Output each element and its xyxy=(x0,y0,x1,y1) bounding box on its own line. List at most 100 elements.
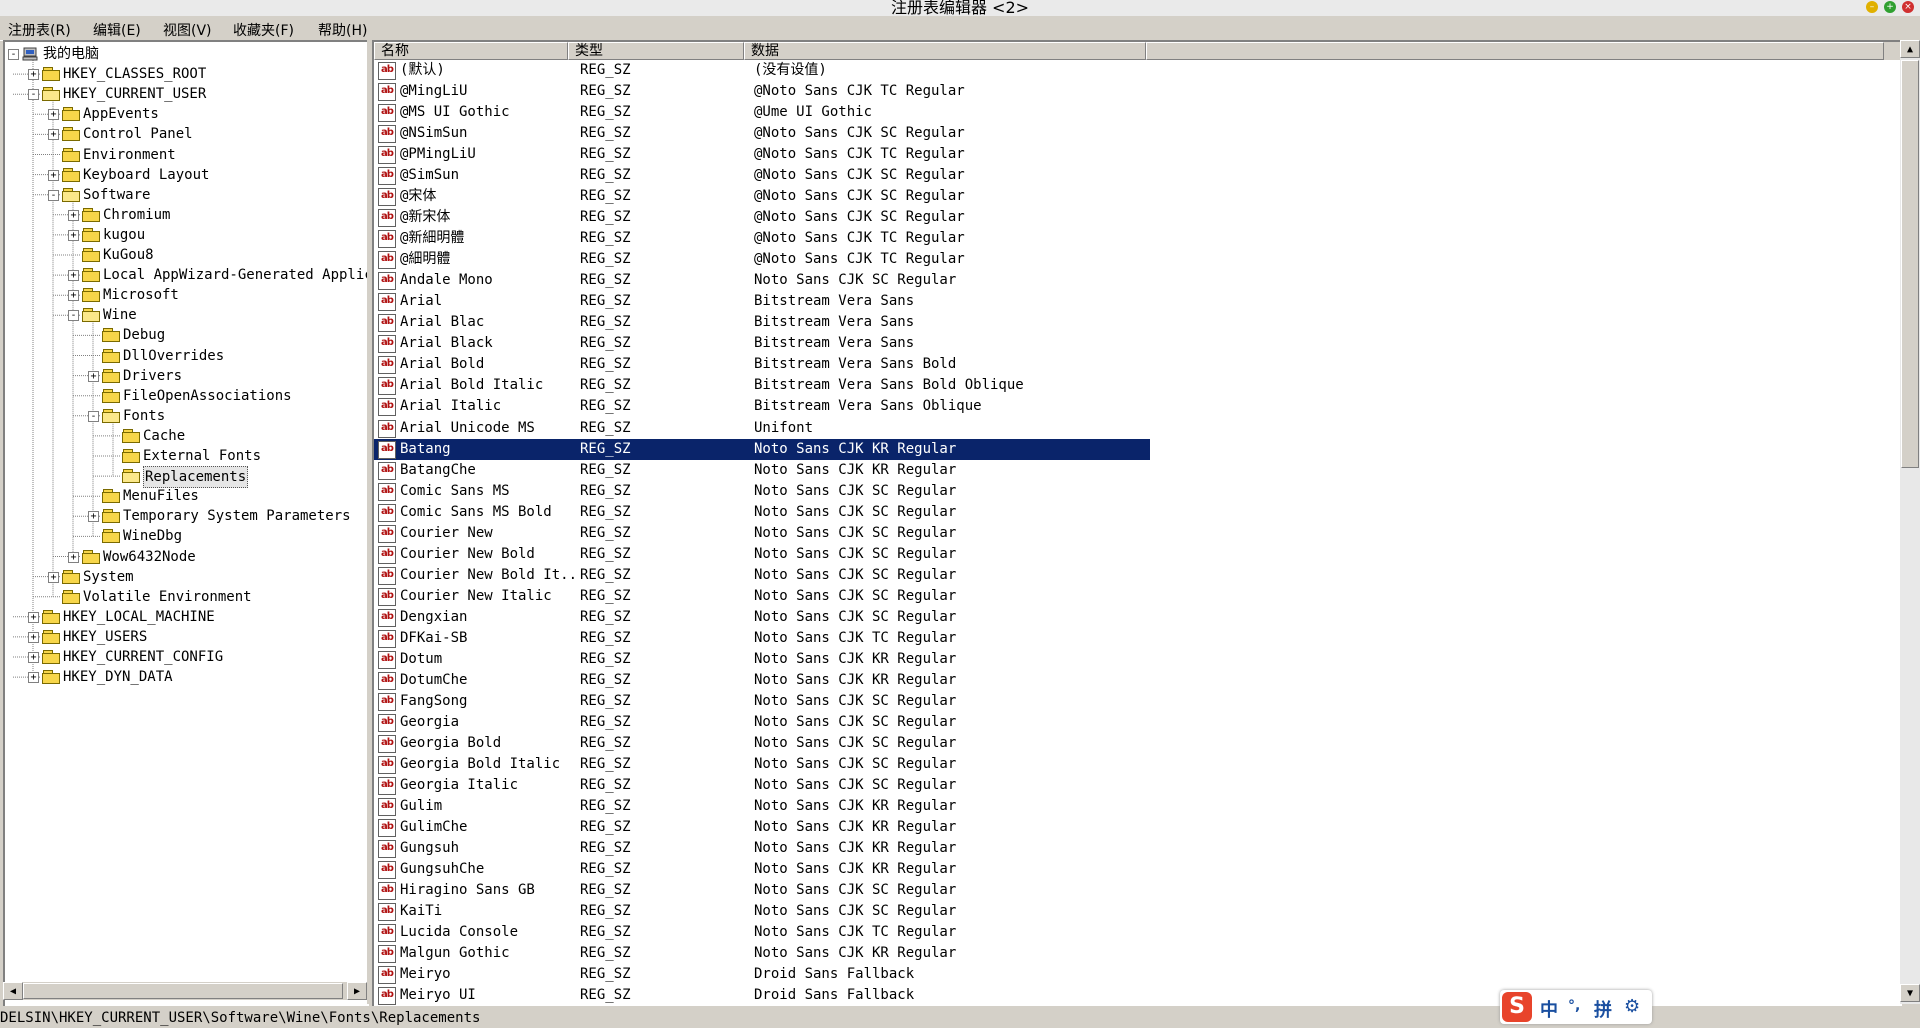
tree-horizontal-scrollbar[interactable]: ◀ ▶ xyxy=(3,982,367,1000)
value-row[interactable]: ab Georgia Italic REG_SZ Noto Sans CJK SC R… xyxy=(374,775,1150,796)
value-row[interactable]: ab Meiryo UI REG_SZ Droid Sans Fallback xyxy=(374,985,1150,1006)
collapse-icon[interactable]: - xyxy=(28,89,39,101)
collapse-icon[interactable]: - xyxy=(68,310,79,322)
value-row[interactable]: ab Meiryo REG_SZ Droid Sans Fallback xyxy=(374,964,1150,985)
column-type[interactable]: 类型 xyxy=(568,42,744,60)
value-row[interactable]: ab Arial REG_SZ Bitstream Vera Sans xyxy=(374,291,1150,312)
expand-icon[interactable]: + xyxy=(48,169,59,181)
menu-favorites[interactable]: 收藏夹(F) xyxy=(233,20,294,40)
tree-node-label[interactable]: Chromium xyxy=(103,205,170,225)
value-row[interactable]: ab (默认) REG_SZ (没有设值) xyxy=(374,60,1150,81)
value-row[interactable]: ab Arial Blac REG_SZ Bitstream Vera Sans xyxy=(374,312,1150,333)
tree-node-label[interactable]: AppEvents xyxy=(83,104,159,124)
expand-icon[interactable]: + xyxy=(28,672,39,684)
tree-node-label[interactable]: System xyxy=(83,567,134,587)
tree-node-label[interactable]: Keyboard Layout xyxy=(83,165,209,185)
tree-node-label[interactable]: Replacements xyxy=(143,466,249,489)
value-row[interactable]: ab Batang REG_SZ Noto Sans CJK KR Regular xyxy=(374,438,1150,460)
value-row[interactable]: ab GungsuhChe REG_SZ Noto Sans CJK KR Regul… xyxy=(374,859,1150,880)
value-row[interactable]: ab Lucida Console REG_SZ Noto Sans CJK TC R… xyxy=(374,922,1150,943)
value-row[interactable]: ab Hiragino Sans GB REG_SZ Noto Sans CJK SC… xyxy=(374,880,1150,901)
value-row[interactable]: ab @新細明體 REG_SZ @Noto Sans CJK TC Regular xyxy=(374,228,1150,249)
scroll-up-icon[interactable]: ▲ xyxy=(1900,40,1920,58)
tree-node-label[interactable]: kugou xyxy=(103,225,145,245)
menu-edit[interactable]: 编辑(E) xyxy=(93,20,141,40)
ime-pinyin[interactable]: 拼 xyxy=(1594,996,1612,1022)
collapse-icon[interactable]: - xyxy=(88,410,99,422)
menu-view[interactable]: 视图(V) xyxy=(163,20,212,40)
menu-help[interactable]: 帮助(H) xyxy=(318,20,367,40)
value-row[interactable]: ab @NSimSun REG_SZ @Noto Sans CJK SC Regula… xyxy=(374,123,1150,144)
tree-node-label[interactable]: Environment xyxy=(83,145,176,165)
collapse-icon[interactable]: - xyxy=(8,49,19,60)
tree-node-label[interactable]: Control Panel xyxy=(83,124,193,144)
tree-node-label[interactable]: HKEY_CLASSES_ROOT xyxy=(63,64,206,84)
values-list[interactable]: 名称 类型 数据 ab (默认) REG_SZ (没有设值) ab @MingLiU REG… xyxy=(372,40,1902,1006)
value-row[interactable]: ab Dotum REG_SZ Noto Sans CJK KR Regular xyxy=(374,649,1150,670)
tree-node-label[interactable]: Volatile Environment xyxy=(83,587,252,607)
expand-icon[interactable]: + xyxy=(68,551,79,563)
scroll-right-icon[interactable]: ▶ xyxy=(347,982,367,1000)
tree-node-label[interactable]: FileOpenAssociations xyxy=(123,386,292,406)
menu-registry[interactable]: 注册表(R) xyxy=(8,20,71,40)
value-row[interactable]: ab Arial Italic REG_SZ Bitstream Vera Sans … xyxy=(374,396,1150,417)
value-row[interactable]: ab Georgia Bold REG_SZ Noto Sans CJK SC Reg… xyxy=(374,733,1150,754)
value-row[interactable]: ab Comic Sans MS REG_SZ Noto Sans CJK SC Re… xyxy=(374,481,1150,502)
tree-node-label[interactable]: Local AppWizard-Generated Applica xyxy=(103,265,369,285)
column-name[interactable]: 名称 xyxy=(374,42,568,60)
value-row[interactable]: ab Gulim REG_SZ Noto Sans CJK KR Regular xyxy=(374,796,1150,817)
value-row[interactable]: ab Georgia Bold Italic REG_SZ Noto Sans CJK… xyxy=(374,754,1150,775)
value-row[interactable]: ab @PMingLiU REG_SZ @Noto Sans CJK TC Regul… xyxy=(374,144,1150,165)
expand-icon[interactable]: + xyxy=(28,611,39,623)
key-tree[interactable]: - 我的电脑 + HKEY_CLASSES_ROOT - HKEY_CURRENT_USE… xyxy=(3,40,369,1006)
value-row[interactable]: ab Georgia REG_SZ Noto Sans CJK SC Regular xyxy=(374,712,1150,733)
value-row[interactable]: ab @宋体 REG_SZ @Noto Sans CJK SC Regular xyxy=(374,186,1150,207)
value-row[interactable]: ab Arial Bold Italic REG_SZ Bitstream Vera … xyxy=(374,375,1150,396)
expand-icon[interactable]: + xyxy=(48,129,59,141)
scroll-left-icon[interactable]: ◀ xyxy=(3,982,23,1000)
value-row[interactable]: ab @MingLiU REG_SZ @Noto Sans CJK TC Regula… xyxy=(374,81,1150,102)
close-icon[interactable]: × xyxy=(1902,1,1914,13)
tree-node-label[interactable]: Fonts xyxy=(123,406,165,426)
ime-mode[interactable]: 中 xyxy=(1540,996,1558,1022)
tree-node-label[interactable]: 我的电脑 xyxy=(43,44,99,64)
value-row[interactable]: ab DFKai-SB REG_SZ Noto Sans CJK TC Regular xyxy=(374,628,1150,649)
ime-toolbar[interactable]: S 中 °, 拼 ⚙ xyxy=(1500,990,1652,1024)
value-row[interactable]: ab Arial Bold REG_SZ Bitstream Vera Sans Bo… xyxy=(374,354,1150,375)
maximize-icon[interactable]: + xyxy=(1884,1,1896,13)
value-row[interactable]: ab Comic Sans MS Bold REG_SZ Noto Sans CJK … xyxy=(374,502,1150,523)
value-row[interactable]: ab Courier New Bold It... REG_SZ Noto Sans … xyxy=(374,565,1150,586)
value-row[interactable]: ab @新宋体 REG_SZ @Noto Sans CJK SC Regular xyxy=(374,207,1150,228)
expand-icon[interactable]: + xyxy=(68,209,79,221)
expand-icon[interactable]: + xyxy=(68,290,79,302)
gear-icon[interactable]: ⚙ xyxy=(1624,996,1640,1017)
expand-icon[interactable]: + xyxy=(88,370,99,382)
value-row[interactable]: ab Arial Black REG_SZ Bitstream Vera Sans xyxy=(374,333,1150,354)
column-data[interactable]: 数据 xyxy=(744,42,1146,60)
tree-node-label[interactable]: Debug xyxy=(123,325,165,345)
tree-node-label[interactable]: HKEY_USERS xyxy=(63,627,147,647)
ime-punct[interactable]: °, xyxy=(1568,998,1580,1014)
tree-node-label[interactable]: Temporary System Parameters xyxy=(123,506,351,526)
scroll-down-icon[interactable]: ▼ xyxy=(1900,984,1920,1002)
value-row[interactable]: ab DotumChe REG_SZ Noto Sans CJK KR Regular xyxy=(374,670,1150,691)
expand-icon[interactable]: + xyxy=(28,69,39,81)
value-row[interactable]: ab Malgun Gothic REG_SZ Noto Sans CJK KR Re… xyxy=(374,943,1150,964)
value-row[interactable]: ab Arial Unicode MS REG_SZ Unifont xyxy=(374,418,1150,439)
value-row[interactable]: ab FangSong REG_SZ Noto Sans CJK SC Regular xyxy=(374,691,1150,712)
value-row[interactable]: ab @MS UI Gothic REG_SZ @Ume UI Gothic xyxy=(374,102,1150,123)
value-row[interactable]: ab @細明體 REG_SZ @Noto Sans CJK TC Regular xyxy=(374,249,1150,270)
value-row[interactable]: ab Dengxian REG_SZ Noto Sans CJK SC Regular xyxy=(374,607,1150,628)
tree-node-label[interactable]: Cache xyxy=(143,426,185,446)
expand-icon[interactable]: + xyxy=(48,571,59,583)
value-row[interactable]: ab Gungsuh REG_SZ Noto Sans CJK KR Regular xyxy=(374,838,1150,859)
expand-icon[interactable]: + xyxy=(28,652,39,663)
tree-node-label[interactable]: WineDbg xyxy=(123,526,182,546)
tree-node-label[interactable]: Wine xyxy=(103,305,137,325)
tree-node-label[interactable]: Software xyxy=(83,185,150,205)
value-row[interactable]: ab Courier New Italic REG_SZ Noto Sans CJK … xyxy=(374,586,1150,607)
value-row[interactable]: ab KaiTi REG_SZ Noto Sans CJK SC Regular xyxy=(374,901,1150,922)
tree-node-label[interactable]: HKEY_LOCAL_MACHINE xyxy=(63,607,215,627)
values-vertical-scrollbar[interactable]: ▲ ▼ xyxy=(1900,40,1920,1004)
tree-node-label[interactable]: MenuFiles xyxy=(123,486,199,506)
